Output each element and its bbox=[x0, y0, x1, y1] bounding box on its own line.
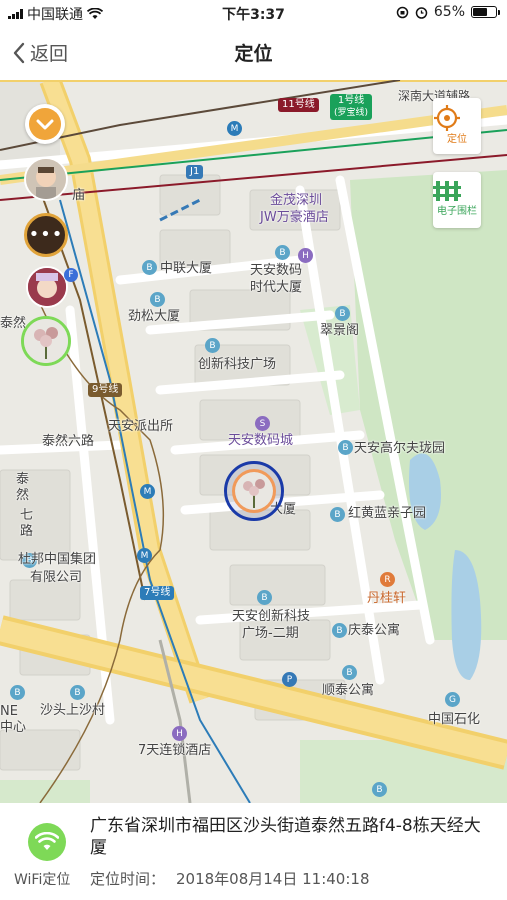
map-label: 泰然 bbox=[16, 472, 30, 503]
status-bar: 中国联通 下午3:37 65% bbox=[0, 0, 507, 26]
page-title: 定位 bbox=[234, 43, 273, 65]
fence-icon bbox=[433, 181, 461, 201]
metro-station-icon: M bbox=[137, 548, 152, 563]
locate-button[interactable]: 定位 bbox=[433, 98, 481, 154]
map-label: 沙头上沙村 bbox=[40, 703, 106, 718]
flower-photo-icon bbox=[24, 319, 68, 363]
building-icon: B bbox=[150, 292, 165, 307]
building-icon: B bbox=[330, 507, 345, 522]
rotation-lock-icon bbox=[396, 6, 409, 18]
map-label: 时代大厦 bbox=[250, 280, 303, 295]
building-icon: B bbox=[342, 665, 357, 680]
nav-bar: 返回 定位 bbox=[0, 26, 507, 80]
map-label: 天安数码城 bbox=[228, 433, 294, 448]
location-address: 广东省深圳市福田区沙头街道泰然五路f4-8栋天经大厦 bbox=[90, 816, 481, 858]
building-icon: B bbox=[10, 685, 25, 700]
locate-label: 定位 bbox=[447, 134, 467, 145]
metro-station-icon: M bbox=[227, 121, 242, 136]
parking-icon: P bbox=[282, 672, 297, 687]
map-label: 中联大厦 bbox=[160, 261, 213, 276]
building-icon: B bbox=[142, 260, 157, 275]
bus-j1-badge: J1 bbox=[186, 165, 204, 179]
hotel-icon: H bbox=[172, 726, 187, 741]
map-label: 庆泰公寓 bbox=[348, 623, 401, 638]
member-avatar-selected[interactable] bbox=[21, 316, 71, 366]
member-avatar[interactable] bbox=[24, 157, 68, 201]
battery-icon bbox=[471, 6, 500, 18]
map-label: 丹桂轩 bbox=[367, 591, 407, 606]
map-label: 红黄蓝亲子园 bbox=[348, 506, 427, 521]
member-avatar[interactable] bbox=[26, 266, 68, 308]
shopping-icon: S bbox=[255, 416, 270, 431]
map-label: 泰然六路 bbox=[42, 434, 95, 449]
more-members-button[interactable]: ••• bbox=[24, 213, 68, 257]
map-label: 七路 bbox=[20, 508, 34, 539]
map-label: 中国石化 bbox=[428, 712, 481, 727]
chevron-down-icon bbox=[29, 108, 61, 140]
metro-station-icon: M bbox=[140, 484, 155, 499]
location-info-panel: WiFi定位 广东省深圳市福田区沙头街道泰然五路f4-8栋天经大厦 定位时间： … bbox=[0, 803, 507, 900]
building-icon: B bbox=[372, 782, 387, 797]
battery-fill bbox=[473, 8, 487, 16]
map-label: 劲松大厦 bbox=[128, 309, 181, 324]
map-label: 天安创新科技 bbox=[232, 609, 311, 624]
alarm-icon bbox=[415, 6, 428, 19]
map-label: 天安派出所 bbox=[108, 419, 174, 434]
wifi-icon bbox=[35, 832, 59, 850]
location-source-label: WiFi定位 bbox=[14, 872, 71, 888]
battery-percent: 65% bbox=[433, 4, 465, 20]
map-label: 创新科技广场 bbox=[198, 357, 277, 372]
map-label: 7天连锁酒店 bbox=[138, 743, 212, 758]
map-label: 天安高尔夫珑园 bbox=[354, 441, 446, 456]
location-time-value: 2018年08月14日 11:40:18 bbox=[176, 870, 370, 888]
map-label: 中心 bbox=[0, 720, 27, 735]
map-label: 有限公司 bbox=[30, 570, 83, 585]
metro-line-9-badge: 9号线 bbox=[88, 383, 123, 397]
building-icon: B bbox=[70, 685, 85, 700]
hotel-icon: H bbox=[298, 248, 313, 263]
map-label: 杜邦中国集团 bbox=[18, 552, 97, 567]
map-label: 庙 bbox=[72, 188, 86, 203]
metro-line-7-badge: 7号线 bbox=[140, 586, 175, 600]
metro-line-1-badge: 1号线 (罗宝线) bbox=[330, 94, 373, 120]
gas-station-icon: G bbox=[445, 692, 460, 707]
building-icon: B bbox=[332, 623, 347, 638]
location-time-label: 定位时间： bbox=[90, 870, 166, 888]
child-photo-icon bbox=[28, 268, 66, 306]
building-icon: B bbox=[338, 440, 353, 455]
member-badge: F bbox=[64, 268, 78, 282]
wifi-source-icon bbox=[28, 823, 66, 861]
fence-label: 电子围栏 bbox=[437, 206, 477, 217]
location-marker[interactable] bbox=[224, 461, 284, 521]
building-icon: B bbox=[275, 245, 290, 260]
child-photo-icon bbox=[26, 159, 66, 199]
map-label: 翠景阁 bbox=[320, 323, 360, 338]
metro-line-1-sub: (罗宝线) bbox=[334, 108, 369, 118]
map-label: 金茂深圳 bbox=[270, 193, 323, 208]
map-label: NE bbox=[0, 704, 18, 719]
crosshair-icon bbox=[434, 105, 460, 131]
metro-line-11-badge: 11号线 bbox=[278, 98, 319, 112]
map-label: 泰然 bbox=[0, 316, 27, 331]
map-label: JW万豪酒店 bbox=[260, 210, 329, 225]
collapse-button[interactable] bbox=[25, 104, 65, 144]
map-label: 广场-二期 bbox=[242, 626, 299, 641]
metro-line-1-label: 1号线 bbox=[337, 95, 365, 106]
flower-photo-icon bbox=[235, 472, 273, 510]
map-view[interactable]: 11号线 1号线 (罗宝线) 9号线 7号线 J1 M M M H B B B … bbox=[0, 80, 507, 803]
more-icon: ••• bbox=[28, 224, 64, 245]
map-label: 天安数码 bbox=[250, 263, 303, 278]
restaurant-icon: R bbox=[380, 572, 395, 587]
fence-button[interactable]: 电子围栏 bbox=[433, 172, 481, 228]
building-icon: B bbox=[335, 306, 350, 321]
map-label: 顺泰公寓 bbox=[322, 683, 375, 698]
building-icon: B bbox=[205, 338, 220, 353]
marker-avatar bbox=[232, 469, 276, 513]
building-icon: B bbox=[257, 590, 272, 605]
